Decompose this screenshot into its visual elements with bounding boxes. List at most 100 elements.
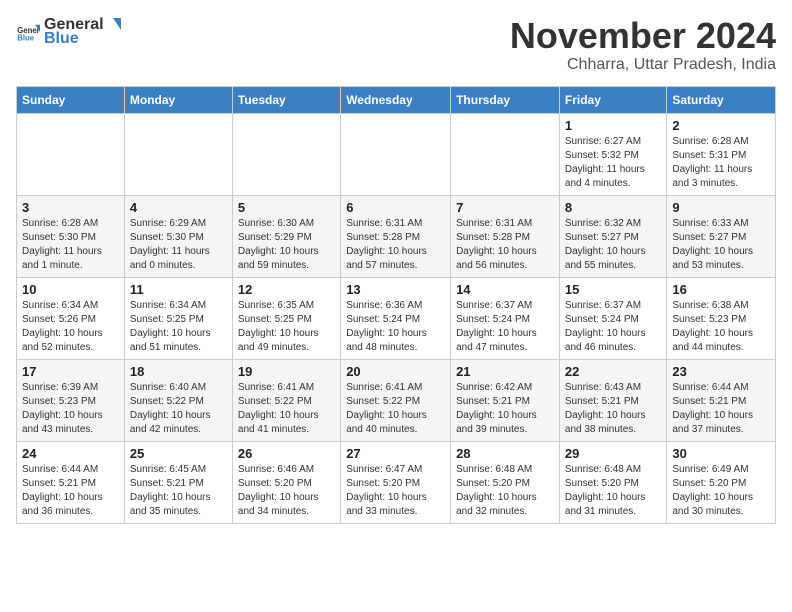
calendar-week-1: 1 Sunrise: 6:27 AM Sunset: 5:32 PM Daylig… xyxy=(17,113,776,195)
day-info: Sunrise: 6:34 AM Sunset: 5:25 PM Dayligh… xyxy=(130,299,227,355)
svg-text:Blue: Blue xyxy=(17,33,35,42)
day-info: Sunrise: 6:37 AM Sunset: 5:24 PM Dayligh… xyxy=(565,299,661,355)
col-header-monday: Monday xyxy=(124,86,232,113)
day-number: 4 xyxy=(130,200,227,215)
day-info: Sunrise: 6:46 AM Sunset: 5:20 PM Dayligh… xyxy=(238,463,335,519)
day-number: 1 xyxy=(565,118,661,133)
day-number: 2 xyxy=(672,118,770,133)
day-info: Sunrise: 6:32 AM Sunset: 5:27 PM Dayligh… xyxy=(565,217,661,273)
day-info: Sunrise: 6:35 AM Sunset: 5:25 PM Dayligh… xyxy=(238,299,335,355)
calendar-week-4: 17 Sunrise: 6:39 AM Sunset: 5:23 PM Dayli… xyxy=(17,359,776,441)
day-number: 28 xyxy=(456,446,554,461)
calendar-week-3: 10Sunrise: 6:34 AM Sunset: 5:26 PM Dayli… xyxy=(17,277,776,359)
title-section: November 2024 Chharra, Uttar Pradesh, In… xyxy=(510,16,776,74)
col-header-saturday: Saturday xyxy=(667,86,776,113)
calendar-cell xyxy=(124,113,232,195)
location-title: Chharra, Uttar Pradesh, India xyxy=(510,56,776,74)
calendar-cell: 10Sunrise: 6:34 AM Sunset: 5:26 PM Dayli… xyxy=(17,277,125,359)
day-info: Sunrise: 6:40 AM Sunset: 5:22 PM Dayligh… xyxy=(130,381,227,437)
day-number: 22 xyxy=(565,364,661,379)
day-number: 10 xyxy=(22,282,119,297)
day-info: Sunrise: 6:42 AM Sunset: 5:21 PM Dayligh… xyxy=(456,381,554,437)
day-info: Sunrise: 6:27 AM Sunset: 5:32 PM Dayligh… xyxy=(565,135,661,191)
calendar-cell: 24Sunrise: 6:44 AM Sunset: 5:21 PM Dayli… xyxy=(17,441,125,523)
calendar-week-2: 3 Sunrise: 6:28 AM Sunset: 5:30 PM Daylig… xyxy=(17,195,776,277)
day-info: Sunrise: 6:28 AM Sunset: 5:30 PM Dayligh… xyxy=(22,217,119,273)
day-info: Sunrise: 6:41 AM Sunset: 5:22 PM Dayligh… xyxy=(346,381,445,437)
logo: General Blue General Blue xyxy=(16,16,123,48)
day-number: 17 xyxy=(22,364,119,379)
calendar-cell: 7Sunrise: 6:31 AM Sunset: 5:28 PM Daylig… xyxy=(451,195,560,277)
day-info: Sunrise: 6:41 AM Sunset: 5:22 PM Dayligh… xyxy=(238,381,335,437)
calendar-cell: 26 Sunrise: 6:46 AM Sunset: 5:20 PM Dayli… xyxy=(232,441,340,523)
day-number: 27 xyxy=(346,446,445,461)
calendar-cell: 15 Sunrise: 6:37 AM Sunset: 5:24 PM Dayli… xyxy=(559,277,666,359)
calendar-cell: 4 Sunrise: 6:29 AM Sunset: 5:30 PM Daylig… xyxy=(124,195,232,277)
day-info: Sunrise: 6:38 AM Sunset: 5:23 PM Dayligh… xyxy=(672,299,770,355)
calendar-cell: 19 Sunrise: 6:41 AM Sunset: 5:22 PM Dayli… xyxy=(232,359,340,441)
page-header: General Blue General Blue November 2024 … xyxy=(16,16,776,74)
day-info: Sunrise: 6:39 AM Sunset: 5:23 PM Dayligh… xyxy=(22,381,119,437)
calendar-cell: 11 Sunrise: 6:34 AM Sunset: 5:25 PM Dayli… xyxy=(124,277,232,359)
day-number: 6 xyxy=(346,200,445,215)
calendar-cell: 23 Sunrise: 6:44 AM Sunset: 5:21 PM Dayli… xyxy=(667,359,776,441)
day-info: Sunrise: 6:49 AM Sunset: 5:20 PM Dayligh… xyxy=(672,463,770,519)
calendar-cell: 17 Sunrise: 6:39 AM Sunset: 5:23 PM Dayli… xyxy=(17,359,125,441)
calendar-cell: 29 Sunrise: 6:48 AM Sunset: 5:20 PM Dayli… xyxy=(559,441,666,523)
day-info: Sunrise: 6:30 AM Sunset: 5:29 PM Dayligh… xyxy=(238,217,335,273)
day-info: Sunrise: 6:43 AM Sunset: 5:21 PM Dayligh… xyxy=(565,381,661,437)
calendar-cell xyxy=(451,113,560,195)
calendar-cell: 25Sunrise: 6:45 AM Sunset: 5:21 PM Dayli… xyxy=(124,441,232,523)
logo-arrow-icon xyxy=(105,16,123,34)
calendar-cell: 2Sunrise: 6:28 AM Sunset: 5:31 PM Daylig… xyxy=(667,113,776,195)
calendar-week-5: 24Sunrise: 6:44 AM Sunset: 5:21 PM Dayli… xyxy=(17,441,776,523)
day-info: Sunrise: 6:33 AM Sunset: 5:27 PM Dayligh… xyxy=(672,217,770,273)
day-number: 30 xyxy=(672,446,770,461)
day-info: Sunrise: 6:31 AM Sunset: 5:28 PM Dayligh… xyxy=(346,217,445,273)
calendar-cell: 5Sunrise: 6:30 AM Sunset: 5:29 PM Daylig… xyxy=(232,195,340,277)
calendar-cell: 22 Sunrise: 6:43 AM Sunset: 5:21 PM Dayli… xyxy=(559,359,666,441)
day-number: 15 xyxy=(565,282,661,297)
day-number: 23 xyxy=(672,364,770,379)
day-number: 9 xyxy=(672,200,770,215)
day-info: Sunrise: 6:29 AM Sunset: 5:30 PM Dayligh… xyxy=(130,217,227,273)
day-info: Sunrise: 6:36 AM Sunset: 5:24 PM Dayligh… xyxy=(346,299,445,355)
day-number: 3 xyxy=(22,200,119,215)
calendar-cell: 9 Sunrise: 6:33 AM Sunset: 5:27 PM Daylig… xyxy=(667,195,776,277)
day-info: Sunrise: 6:31 AM Sunset: 5:28 PM Dayligh… xyxy=(456,217,554,273)
day-number: 29 xyxy=(565,446,661,461)
calendar-cell xyxy=(17,113,125,195)
calendar-cell: 30 Sunrise: 6:49 AM Sunset: 5:20 PM Dayli… xyxy=(667,441,776,523)
col-header-tuesday: Tuesday xyxy=(232,86,340,113)
calendar-header-row: SundayMondayTuesdayWednesdayThursdayFrid… xyxy=(17,86,776,113)
day-number: 8 xyxy=(565,200,661,215)
day-number: 21 xyxy=(456,364,554,379)
calendar-cell: 1 Sunrise: 6:27 AM Sunset: 5:32 PM Daylig… xyxy=(559,113,666,195)
col-header-wednesday: Wednesday xyxy=(341,86,451,113)
calendar-cell xyxy=(341,113,451,195)
day-number: 11 xyxy=(130,282,227,297)
day-info: Sunrise: 6:44 AM Sunset: 5:21 PM Dayligh… xyxy=(22,463,119,519)
day-number: 26 xyxy=(238,446,335,461)
day-number: 18 xyxy=(130,364,227,379)
day-info: Sunrise: 6:48 AM Sunset: 5:20 PM Dayligh… xyxy=(456,463,554,519)
day-info: Sunrise: 6:48 AM Sunset: 5:20 PM Dayligh… xyxy=(565,463,661,519)
day-info: Sunrise: 6:37 AM Sunset: 5:24 PM Dayligh… xyxy=(456,299,554,355)
calendar-cell: 13 Sunrise: 6:36 AM Sunset: 5:24 PM Dayli… xyxy=(341,277,451,359)
calendar-cell: 18 Sunrise: 6:40 AM Sunset: 5:22 PM Dayli… xyxy=(124,359,232,441)
col-header-sunday: Sunday xyxy=(17,86,125,113)
col-header-friday: Friday xyxy=(559,86,666,113)
day-number: 25 xyxy=(130,446,227,461)
calendar-cell: 14Sunrise: 6:37 AM Sunset: 5:24 PM Dayli… xyxy=(451,277,560,359)
day-info: Sunrise: 6:47 AM Sunset: 5:20 PM Dayligh… xyxy=(346,463,445,519)
logo-icon: General Blue xyxy=(16,20,40,44)
month-title: November 2024 xyxy=(510,16,776,56)
day-number: 19 xyxy=(238,364,335,379)
calendar-cell: 6 Sunrise: 6:31 AM Sunset: 5:28 PM Daylig… xyxy=(341,195,451,277)
calendar-cell: 8 Sunrise: 6:32 AM Sunset: 5:27 PM Daylig… xyxy=(559,195,666,277)
calendar-cell: 12Sunrise: 6:35 AM Sunset: 5:25 PM Dayli… xyxy=(232,277,340,359)
calendar-cell: 21 Sunrise: 6:42 AM Sunset: 5:21 PM Dayli… xyxy=(451,359,560,441)
day-info: Sunrise: 6:44 AM Sunset: 5:21 PM Dayligh… xyxy=(672,381,770,437)
day-number: 13 xyxy=(346,282,445,297)
calendar-cell: 20Sunrise: 6:41 AM Sunset: 5:22 PM Dayli… xyxy=(341,359,451,441)
